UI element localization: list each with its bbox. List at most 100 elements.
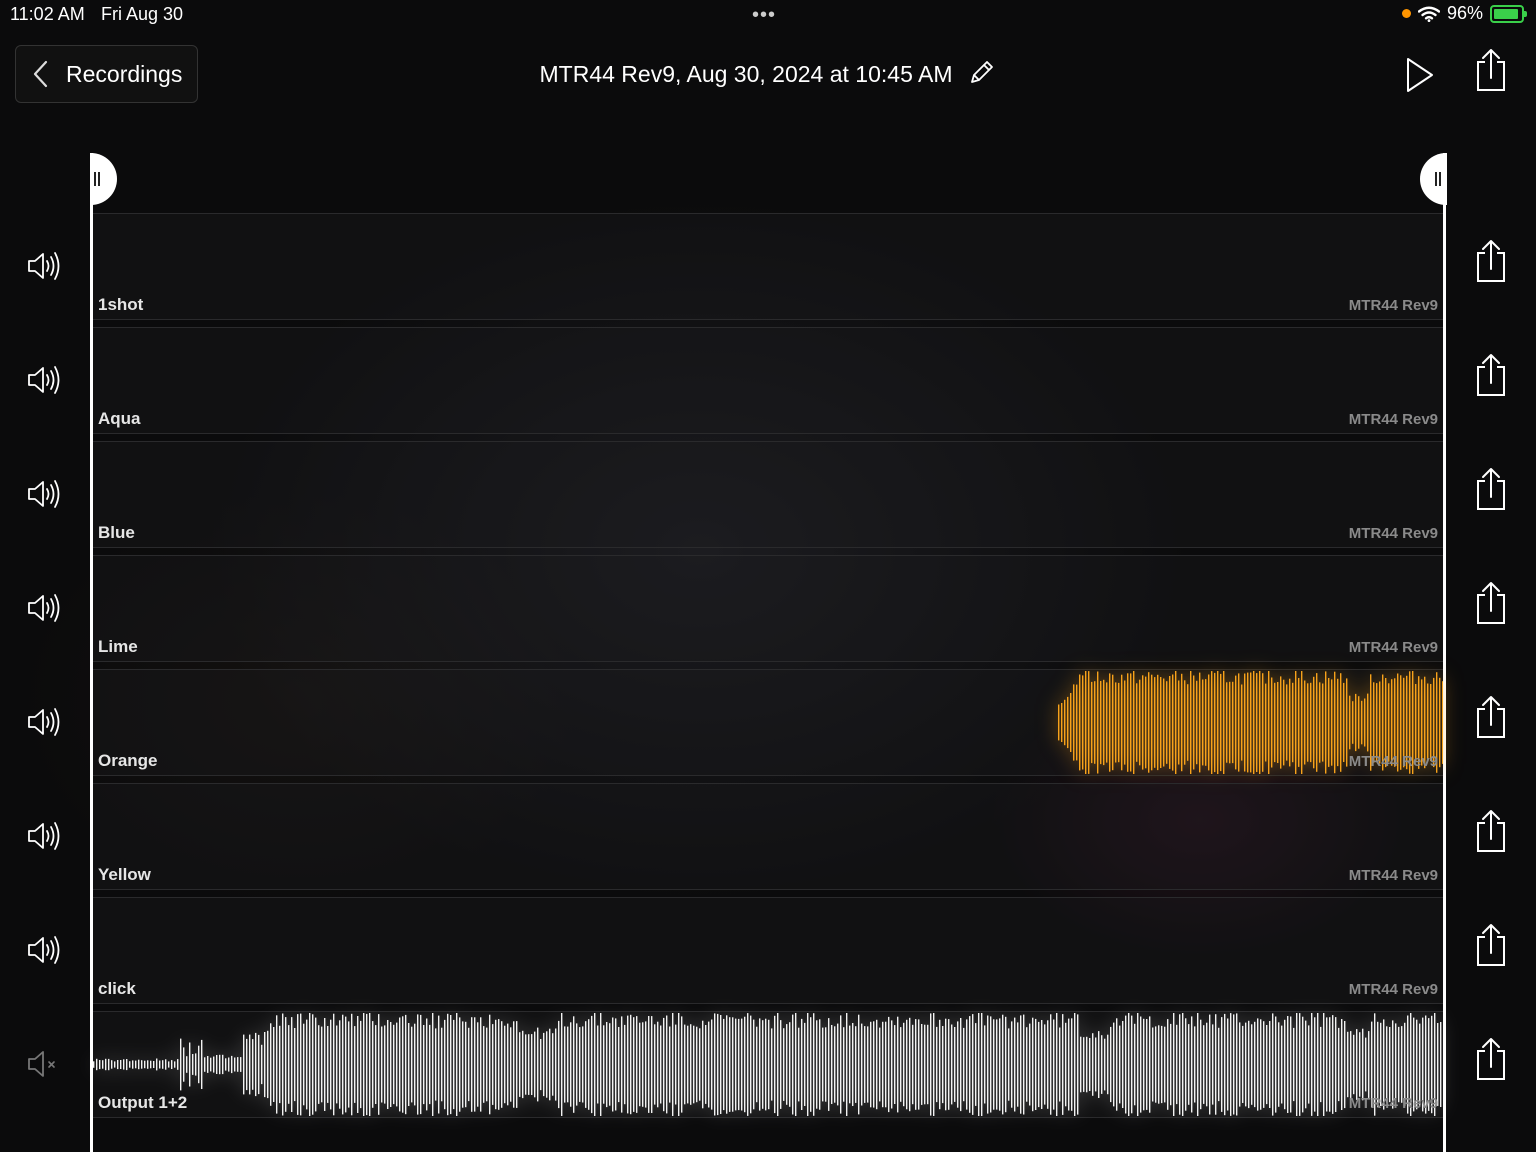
status-bar: 11:02 AM Fri Aug 30 ••• 96%	[0, 0, 1536, 30]
share-track-button[interactable]	[1473, 239, 1509, 283]
waveform-bar	[1290, 1016, 1292, 1113]
waveform-bar	[1352, 701, 1354, 744]
waveform-bar	[291, 1017, 293, 1112]
speaker-icon[interactable]	[26, 705, 64, 739]
waveform-bar	[654, 1024, 656, 1105]
share-track-button[interactable]	[1473, 923, 1509, 967]
waveform-bar	[873, 1021, 875, 1108]
waveform-bar	[510, 1027, 512, 1102]
share-track-button[interactable]	[1473, 695, 1509, 739]
waveform-bar	[1328, 678, 1330, 767]
waveform-bar	[1050, 1014, 1052, 1115]
waveform-bar	[1116, 1018, 1118, 1111]
track-row[interactable]: Output 1+2 MTR44 Rev9	[93, 1011, 1443, 1118]
waveform-bar	[1316, 673, 1318, 772]
waveform-bar	[1112, 674, 1114, 771]
waveform-bar	[1347, 1031, 1349, 1098]
waveform-bar	[1340, 673, 1342, 772]
waveform-bar	[1205, 679, 1207, 766]
waveform-bar	[126, 1059, 128, 1071]
waveform-bar	[1209, 1014, 1211, 1115]
waveform-bar	[132, 1060, 134, 1069]
track-row[interactable]: Orange MTR44 Rev9	[93, 669, 1443, 776]
waveform-bar	[720, 1015, 722, 1114]
track-row[interactable]: Lime MTR44 Rev9	[93, 555, 1443, 662]
waveform-bar	[1182, 1013, 1184, 1116]
waveform-bar	[1124, 680, 1126, 765]
waveform-bar	[1104, 1038, 1106, 1091]
waveform-bar	[558, 1020, 560, 1109]
waveform-bar	[840, 1015, 842, 1114]
waveform-bar	[1268, 671, 1270, 774]
speaker-icon[interactable]	[26, 477, 64, 511]
waveform-bar	[1080, 1036, 1082, 1093]
waveform-bar	[1269, 1021, 1271, 1108]
waveform-bar	[612, 1017, 614, 1112]
waveform-bar	[1181, 673, 1183, 772]
track-row[interactable]: Aqua MTR44 Rev9	[93, 327, 1443, 434]
waveform-bar	[666, 1015, 668, 1114]
waveform-bar	[648, 1016, 650, 1113]
waveform-bar	[1178, 680, 1180, 765]
waveform-bar	[1194, 1026, 1196, 1103]
speaker-icon[interactable]	[26, 363, 64, 397]
waveform-bar	[426, 1018, 428, 1111]
track-row[interactable]: click MTR44 Rev9	[93, 897, 1443, 1004]
waveform-bar	[480, 1017, 482, 1112]
waveform-bar	[1334, 671, 1336, 774]
waveform-bar	[879, 1027, 881, 1102]
waveform-bar	[429, 1024, 431, 1105]
share-track-button[interactable]	[1473, 1037, 1509, 1081]
waveform-bar	[330, 1019, 332, 1110]
waveform-bar	[1356, 1029, 1358, 1100]
waveform-bar	[1074, 1013, 1076, 1116]
waveform-bar	[1379, 681, 1381, 764]
share-track-button[interactable]	[1473, 353, 1509, 397]
waveform-bar	[1296, 1013, 1298, 1116]
pencil-icon[interactable]	[966, 58, 996, 88]
share-track-button[interactable]	[1473, 467, 1509, 511]
waveform-bar	[1367, 693, 1369, 752]
waveform-bar	[582, 1026, 584, 1103]
waveform-bar	[1301, 671, 1303, 774]
track-row[interactable]: Yellow MTR44 Rev9	[93, 783, 1443, 890]
share-track-button[interactable]	[1473, 809, 1509, 853]
waveform-bar	[1020, 1015, 1022, 1114]
waveform-bar	[1230, 1013, 1232, 1116]
waveform-bar	[198, 1045, 200, 1084]
waveform-bar	[312, 1014, 314, 1115]
waveform-bar	[1218, 1027, 1220, 1102]
waveform-bar	[1173, 1013, 1175, 1116]
track-name: Lime	[98, 637, 138, 656]
waveform-bar	[552, 1033, 554, 1096]
waveform-bar	[657, 1021, 659, 1108]
multitasking-dots[interactable]: •••	[752, 4, 776, 27]
waveform-bar	[441, 1027, 443, 1102]
track-source: MTR44 Rev9	[1348, 411, 1438, 428]
waveform-bar	[264, 1032, 266, 1098]
track-row[interactable]: 1shot MTR44 Rev9	[93, 213, 1443, 320]
waveform-bar	[363, 1013, 365, 1116]
speaker-icon[interactable]	[26, 249, 64, 283]
share-track-button[interactable]	[1473, 581, 1509, 625]
waveform-bar	[315, 1017, 317, 1112]
waveform-bar	[1254, 1021, 1256, 1108]
waveform-bar	[1223, 671, 1225, 774]
play-button[interactable]	[1400, 55, 1438, 95]
waveform-bar	[966, 1019, 968, 1110]
share-recording-button[interactable]	[1473, 48, 1509, 92]
speaker-icon[interactable]	[26, 591, 64, 625]
waveform-bar	[483, 1026, 485, 1103]
speaker-icon[interactable]	[26, 819, 64, 853]
waveform-bar	[1091, 681, 1093, 764]
speaker-muted-icon[interactable]	[26, 1047, 64, 1081]
track-row[interactable]: Blue MTR44 Rev9	[93, 441, 1443, 548]
waveform-bar	[1136, 683, 1138, 762]
waveform-bar	[669, 1026, 671, 1103]
speaker-icon[interactable]	[26, 933, 64, 967]
waveform-bar	[1287, 1016, 1289, 1113]
waveform-bar	[531, 1034, 533, 1095]
waveform-bar	[204, 1057, 206, 1072]
waveform-bar	[213, 1056, 215, 1073]
waveform-bar	[636, 1016, 638, 1113]
